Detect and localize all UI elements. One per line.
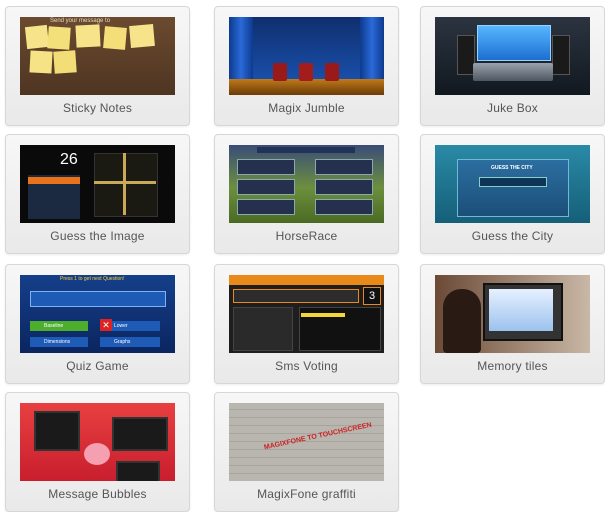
sticky-note xyxy=(47,26,71,50)
city-heading: GUESS THE CITY xyxy=(491,165,533,171)
app-title: Memory tiles xyxy=(477,359,548,373)
race-lane xyxy=(237,179,295,195)
jukebox-screen xyxy=(477,25,551,61)
quiz-game-thumbnail: Press 1 to get next Question! Baseline L… xyxy=(20,275,175,353)
app-title: Quiz Game xyxy=(66,359,129,373)
speaker-right xyxy=(552,35,570,75)
magixfone-graffiti-thumbnail: MAGIXFONE TO TOUCHSCREEN xyxy=(229,403,384,481)
quiz-question xyxy=(30,291,166,307)
app-card-juke-box[interactable]: Juke Box xyxy=(420,6,605,126)
app-card-sticky-notes[interactable]: Send your message to Sticky Notes xyxy=(5,6,190,126)
app-card-magixfone-graffiti[interactable]: MAGIXFONE TO TOUCHSCREEN MagixFone graff… xyxy=(214,392,399,512)
app-title: MagixFone graffiti xyxy=(257,487,356,501)
jumble-pot xyxy=(273,63,287,81)
app-title: Magix Jumble xyxy=(268,101,345,115)
app-card-horserace[interactable]: HorseRace xyxy=(214,134,399,254)
magix-jumble-thumbnail xyxy=(229,17,384,95)
app-card-magix-jumble[interactable]: Magix Jumble xyxy=(214,6,399,126)
juke-box-thumbnail xyxy=(435,17,590,95)
stage-floor xyxy=(229,79,384,95)
sticky-notes-caption: Send your message to xyxy=(50,18,111,24)
app-card-guess-the-image[interactable]: 26 Guess the Image xyxy=(5,134,190,254)
film-frame xyxy=(116,461,160,481)
app-title: Guess the Image xyxy=(50,229,145,243)
app-title: Guess the City xyxy=(471,229,554,243)
heart-bubble xyxy=(84,443,110,465)
memory-tiles-thumbnail xyxy=(435,275,590,353)
race-lane xyxy=(315,159,373,175)
sticky-note xyxy=(103,26,127,50)
app-card-guess-the-city[interactable]: GUESS THE CITY Guess the City xyxy=(420,134,605,254)
grid-line xyxy=(123,153,126,215)
option-highlight xyxy=(28,177,80,184)
vote-bar xyxy=(301,313,345,317)
jumble-pot xyxy=(325,63,339,81)
film-frame xyxy=(112,417,168,451)
jumble-pot xyxy=(299,63,313,81)
city-answer-box xyxy=(479,177,547,187)
quiz-heading: Press 1 to get next Question! xyxy=(60,276,125,282)
sticky-note xyxy=(29,50,53,74)
guess-the-city-thumbnail: GUESS THE CITY xyxy=(435,145,590,223)
graffiti-text: MAGIXFONE TO TOUCHSCREEN xyxy=(263,421,373,452)
app-card-sms-voting[interactable]: 3 Sms Voting xyxy=(214,264,399,384)
race-lane xyxy=(315,179,373,195)
voting-banner xyxy=(229,275,384,285)
voting-options xyxy=(233,307,293,351)
horserace-thumbnail xyxy=(229,145,384,223)
app-card-memory-tiles[interactable]: Memory tiles xyxy=(420,264,605,384)
app-title: Sms Voting xyxy=(275,359,338,373)
wrong-x-icon: ✕ xyxy=(100,319,112,331)
app-title: Sticky Notes xyxy=(62,101,133,115)
image-grid xyxy=(94,153,158,217)
app-title: HorseRace xyxy=(275,229,338,243)
sticky-note xyxy=(75,24,101,48)
race-lane xyxy=(237,159,295,175)
race-lane xyxy=(237,199,295,215)
sticky-notes-thumbnail: Send your message to xyxy=(20,17,175,95)
person-silhouette xyxy=(443,289,481,353)
quiz-option: Baseline xyxy=(30,321,88,331)
sms-voting-thumbnail: 3 xyxy=(229,275,384,353)
jukebox-deck xyxy=(473,63,553,81)
sticky-note xyxy=(24,24,50,50)
guess-the-image-thumbnail: 26 xyxy=(20,145,175,223)
voting-question xyxy=(233,289,359,303)
sticky-note xyxy=(53,50,77,74)
quiz-option: Graphs xyxy=(100,337,160,347)
score-display: 26 xyxy=(60,151,78,168)
message-bubbles-thumbnail xyxy=(20,403,175,481)
film-frame xyxy=(34,411,80,451)
app-card-message-bubbles[interactable]: Message Bubbles xyxy=(5,392,190,512)
race-lane xyxy=(315,199,373,215)
vote-count: 3 xyxy=(363,287,381,305)
quiz-option: Dimensions xyxy=(30,337,88,347)
app-title: Message Bubbles xyxy=(48,487,147,501)
screen-content xyxy=(489,289,553,331)
race-banner xyxy=(257,147,355,153)
app-title: Juke Box xyxy=(487,101,538,115)
sticky-note xyxy=(129,23,155,49)
app-card-quiz-game[interactable]: Press 1 to get next Question! Baseline L… xyxy=(5,264,190,384)
